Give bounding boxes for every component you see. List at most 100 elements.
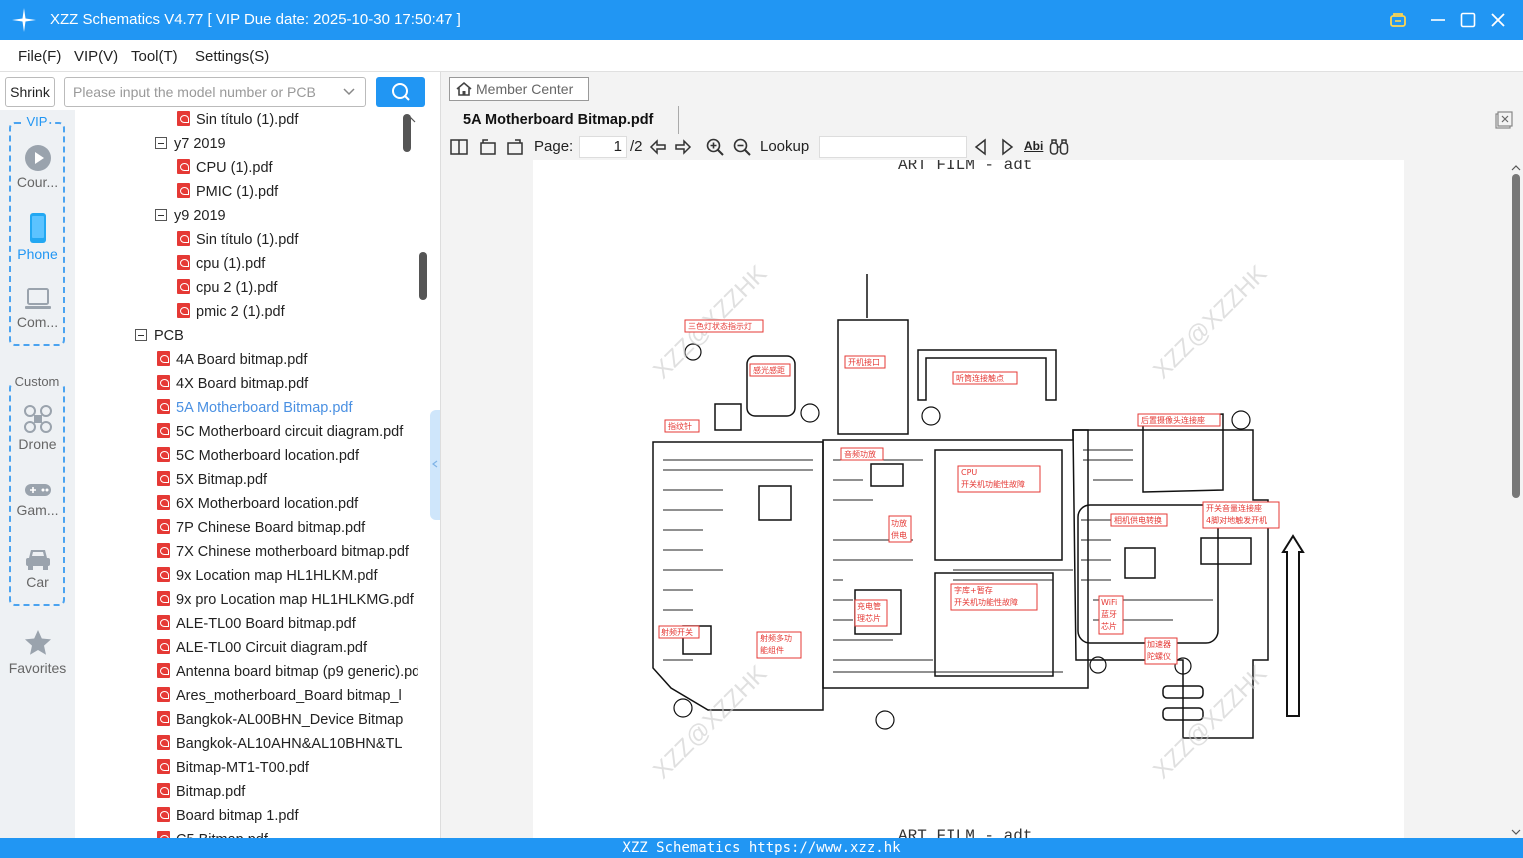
tree-file[interactable]: Sin título (1).pdf (177, 110, 298, 132)
tree-file[interactable]: Sin título (1).pdf (177, 228, 298, 252)
close-document-icon[interactable] (1495, 111, 1513, 129)
tree-file[interactable]: ALE-TL00 Board bitmap.pdf (157, 612, 356, 636)
collapse-icon[interactable] (155, 137, 167, 149)
tree-file[interactable]: Board bitmap 1.pdf (157, 804, 299, 828)
maximize-icon[interactable] (1454, 6, 1482, 34)
pdf-file-icon (177, 303, 190, 318)
tree-file[interactable]: 7P Chinese Board bitmap.pdf (157, 516, 365, 540)
svg-text:感光感距: 感光感距 (753, 365, 785, 375)
tree-node-label: 7X Chinese motherboard bitmap.pdf (176, 544, 409, 560)
chevron-left-icon[interactable] (432, 460, 438, 468)
menu-file[interactable]: File(F) (18, 48, 61, 65)
sidebar-item-computer[interactable]: Com... (0, 286, 75, 330)
search-button[interactable] (376, 77, 425, 107)
next-page-icon[interactable] (673, 137, 693, 157)
search-input[interactable]: Please input the model number or PCB (64, 77, 366, 107)
zoom-out-icon[interactable] (732, 137, 752, 157)
menu-vip[interactable]: VIP(V) (74, 48, 118, 65)
tree-file[interactable]: 9x pro Location map HL1HLKMG.pdf (157, 588, 414, 612)
tree-folder[interactable]: PCB (135, 324, 184, 348)
lookup-input[interactable] (819, 136, 967, 158)
sidebar-item-car[interactable]: Car (0, 546, 75, 590)
tree-file[interactable]: Bitmap.pdf (157, 780, 245, 804)
close-icon[interactable] (1484, 6, 1512, 34)
tree-node-label: CPU (1).pdf (196, 160, 273, 176)
viewer-scrollbar[interactable] (1509, 164, 1523, 838)
car-icon (25, 550, 50, 570)
tree-node-label: pmic 2 (1).pdf (196, 304, 285, 320)
tree-folder[interactable]: y7 2019 (155, 132, 226, 156)
sidebar-item-games[interactable]: Gam... (0, 480, 75, 518)
custom-group-caption: Custom (12, 374, 62, 389)
tree-file[interactable]: Ares_motherboard_Board bitmap_l (157, 684, 402, 708)
tree-file[interactable]: 5C Motherboard location.pdf (157, 444, 359, 468)
pdf-file-icon (157, 639, 170, 654)
tree-scrollbar[interactable] (403, 112, 427, 838)
chevron-down-icon[interactable] (343, 87, 355, 97)
tree-file[interactable]: cpu (1).pdf (177, 252, 265, 276)
tree-file[interactable]: 5C Motherboard circuit diagram.pdf (157, 420, 403, 444)
drone-icon (23, 405, 52, 433)
collapse-icon[interactable] (155, 209, 167, 221)
sidebar-item-favorites[interactable]: Favorites (0, 628, 75, 676)
tree-file[interactable]: PMIC (1).pdf (177, 180, 278, 204)
viewer-scroll-thumb[interactable] (1512, 174, 1520, 498)
svg-text:后置摄像头连接座: 后置摄像头连接座 (1141, 415, 1205, 425)
pdf-page[interactable]: ART FILM - adt ART FILM - adt XZZ@XZZHK … (533, 160, 1404, 838)
sidebar-item-label: Cour... (16, 174, 59, 190)
tree-file[interactable]: Bangkok-AL10AHN&AL10BHN&TL (157, 732, 402, 756)
pdf-file-icon (157, 375, 170, 390)
tree-file[interactable]: Bangkok-AL00BHN_Device Bitmap (157, 708, 403, 732)
star-icon (24, 630, 51, 655)
find-all-icon[interactable] (1049, 137, 1069, 157)
svg-text:理芯片: 理芯片 (857, 613, 881, 623)
tree-file[interactable]: 5A Motherboard Bitmap.pdf (157, 396, 353, 420)
tree-file[interactable]: cpu 2 (1).pdf (177, 276, 277, 300)
vip-icon[interactable] (1384, 6, 1412, 34)
tree-file[interactable]: 4A Board bitmap.pdf (157, 348, 307, 372)
find-next-icon[interactable] (997, 137, 1017, 157)
svg-text:射频多功: 射频多功 (760, 633, 792, 643)
search-bar: Shrink Please input the model number or … (0, 72, 430, 112)
rotate-left-icon[interactable] (478, 137, 498, 157)
tree-file[interactable]: 9x Location map HL1HLKM.pdf (157, 564, 378, 588)
tree-folder[interactable]: y9 2019 (155, 204, 226, 228)
sidebar-item-courses[interactable]: Cour... (0, 144, 75, 190)
tree-file[interactable]: 6X Motherboard location.pdf (157, 492, 358, 516)
tree-file[interactable]: CPU (1).pdf (177, 156, 273, 180)
scroll-down-icon[interactable] (1511, 828, 1521, 836)
tree-file[interactable]: Bitmap-MT1-T00.pdf (157, 756, 309, 780)
document-tab[interactable]: 5A Motherboard Bitmap.pdf (449, 106, 679, 134)
tree-file[interactable]: C5 Bitmap.pdf (157, 828, 268, 838)
pdf-file-icon (157, 423, 170, 438)
member-center-button[interactable]: Member Center (449, 77, 589, 101)
page-input[interactable]: 1 (579, 136, 627, 158)
minimize-icon[interactable] (1424, 6, 1452, 34)
sidebar-toggle-icon[interactable] (449, 137, 469, 157)
find-previous-icon[interactable] (971, 137, 991, 157)
shrink-button[interactable]: Shrink (5, 77, 55, 107)
scroll-up-icon[interactable] (1511, 164, 1521, 172)
zoom-in-icon[interactable] (705, 137, 725, 157)
tree-node-label: ALE-TL00 Circuit diagram.pdf (176, 640, 367, 656)
match-case-icon[interactable]: Abi (1024, 139, 1043, 153)
tree-file[interactable]: 5X Bitmap.pdf (157, 468, 267, 492)
tree-file[interactable]: pmic 2 (1).pdf (177, 300, 285, 324)
sidebar-item-phone[interactable]: Phone (0, 212, 75, 262)
tree-node-label: Ares_motherboard_Board bitmap_l (176, 688, 402, 704)
previous-page-icon[interactable] (648, 137, 668, 157)
tree-scroll-thumb[interactable] (403, 114, 411, 152)
tree-scroll-thumb-secondary[interactable] (419, 252, 427, 300)
sidebar-item-drone[interactable]: Drone (0, 404, 75, 452)
tree-file[interactable]: ALE-TL00 Circuit diagram.pdf (157, 636, 367, 660)
tree-file[interactable]: Antenna board bitmap (p9 generic).pdf (157, 660, 418, 684)
tree-file[interactable]: 4X Board bitmap.pdf (157, 372, 308, 396)
menu-settings[interactable]: Settings(S) (195, 48, 269, 65)
tree-node-label: cpu (1).pdf (196, 256, 266, 272)
gamepad-icon (24, 484, 51, 496)
file-tree: Sin título (1).pdf y7 2019 CPU (1).pdf PMIC… (75, 110, 418, 838)
collapse-icon[interactable] (135, 329, 147, 341)
menu-tool[interactable]: Tool(T) (131, 48, 178, 65)
tree-file[interactable]: 7X Chinese motherboard bitmap.pdf (157, 540, 409, 564)
rotate-right-icon[interactable] (505, 137, 525, 157)
